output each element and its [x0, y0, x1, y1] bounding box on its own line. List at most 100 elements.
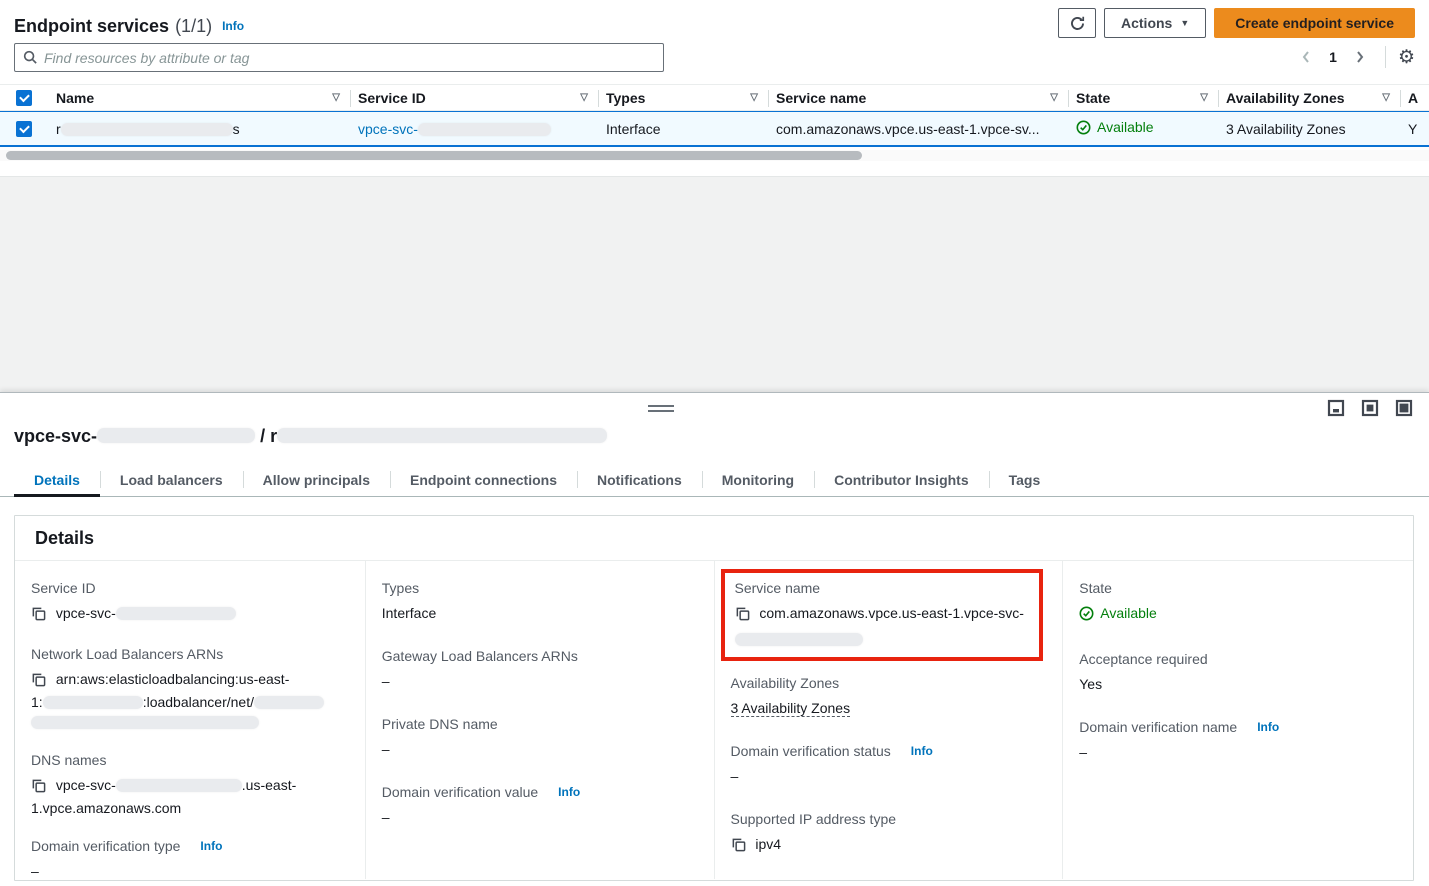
field-types: Types Interface [382, 579, 698, 623]
cell-name: rs [48, 121, 350, 137]
panel-tabs: Details Load balancers Allow principals … [0, 463, 1429, 497]
gear-icon: ⚙ [1398, 47, 1415, 68]
copy-icon[interactable] [735, 608, 754, 624]
column-header-state[interactable]: State▽ [1068, 85, 1218, 110]
pagination-next-button[interactable] [1347, 44, 1373, 70]
redacted-text [418, 123, 551, 136]
tab-load-balancers[interactable]: Load balancers [100, 463, 243, 496]
content-background [0, 176, 1429, 392]
column-header-partial[interactable]: A [1400, 85, 1429, 110]
panel-title: vpce-svc- / r [14, 426, 607, 447]
sort-icon[interactable]: ▽ [332, 92, 340, 103]
split-panel-drag-handle[interactable] [648, 402, 674, 414]
field-domain-verification-value: Domain verification value Info – [382, 783, 698, 827]
chevron-right-icon [1354, 50, 1366, 64]
horizontal-scrollbar[interactable] [0, 150, 1429, 161]
sort-icon[interactable]: ▽ [750, 92, 758, 103]
tab-tags[interactable]: Tags [989, 463, 1061, 496]
availability-zones-link[interactable]: 3 Availability Zones [731, 700, 851, 717]
info-link[interactable]: Info [1257, 718, 1279, 736]
details-column-3: Service name com.amazonaws.vpce.us-east-… [715, 561, 1064, 879]
copy-icon[interactable] [731, 839, 750, 855]
cell-service-id: vpce-svc- [350, 121, 598, 137]
filter-search-box[interactable] [14, 43, 664, 72]
row-checkbox[interactable] [16, 121, 32, 137]
sort-icon[interactable]: ▽ [1382, 92, 1390, 103]
status-available-icon [1079, 606, 1094, 621]
panel-size-large-icon [1395, 399, 1413, 417]
panel-size-large-button[interactable] [1395, 399, 1413, 417]
tab-allow-principals[interactable]: Allow principals [243, 463, 390, 496]
details-body: Service ID vpce-svc- Network Load Balanc… [15, 561, 1413, 879]
sort-icon[interactable]: ▽ [580, 92, 588, 103]
refresh-button[interactable] [1058, 8, 1096, 38]
redacted-text [254, 696, 324, 709]
actions-button-label: Actions [1121, 15, 1172, 31]
search-input[interactable] [44, 50, 655, 66]
header-info-link[interactable]: Info [222, 19, 244, 33]
copy-icon[interactable] [31, 780, 50, 796]
column-header-service-id[interactable]: Service ID▽ [350, 85, 598, 110]
redacted-text [31, 716, 259, 729]
create-endpoint-service-button[interactable]: Create endpoint service [1214, 8, 1415, 38]
select-all-cell [0, 90, 48, 106]
panel-size-small-icon [1327, 399, 1345, 417]
select-all-checkbox[interactable] [16, 90, 32, 106]
field-gateway-load-balancers-arns: Gateway Load Balancers ARNs – [382, 647, 698, 691]
info-link[interactable]: Info [200, 837, 222, 855]
column-header-service-name[interactable]: Service name▽ [768, 85, 1068, 110]
cell-state: Available [1068, 119, 1218, 138]
pagination-prev-button[interactable] [1293, 44, 1319, 70]
field-service-id: Service ID vpce-svc- [31, 579, 349, 626]
sort-icon[interactable]: ▽ [1200, 92, 1208, 103]
field-state: State Available [1079, 579, 1397, 626]
table-header: Name▽ Service ID▽ Types▽ Service name▽ S… [0, 84, 1429, 111]
field-supported-ip-address-type: Supported IP address type ipv4 [731, 810, 1047, 857]
pagination: 1 ⚙ [1293, 44, 1415, 70]
table-row[interactable]: rs vpce-svc- Interface com.amazonaws.vpc… [0, 111, 1429, 147]
field-domain-verification-status: Domain verification status Info – [731, 742, 1047, 786]
table-settings-button[interactable]: ⚙ [1398, 48, 1415, 67]
redacted-text [97, 428, 255, 443]
actions-button[interactable]: Actions ▼ [1104, 8, 1206, 38]
redacted-text [735, 633, 863, 646]
scrollbar-thumb[interactable] [6, 151, 862, 160]
details-column-4: State Available Acceptance required [1063, 561, 1413, 879]
tab-monitoring[interactable]: Monitoring [702, 463, 814, 496]
info-link[interactable]: Info [911, 742, 933, 760]
details-card: Details Service ID vpce-svc- Network Loa… [14, 515, 1414, 881]
panel-size-medium-button[interactable] [1361, 399, 1379, 417]
column-header-name[interactable]: Name▽ [48, 85, 350, 110]
copy-icon[interactable] [31, 608, 50, 624]
column-header-types[interactable]: Types▽ [598, 85, 768, 110]
field-private-dns-name: Private DNS name – [382, 715, 698, 759]
details-column-1: Service ID vpce-svc- Network Load Balanc… [15, 561, 366, 879]
redacted-text [61, 123, 233, 136]
availability-zones-link[interactable]: 3 Availability Zones [1226, 121, 1346, 137]
field-domain-verification-type: Domain verification type Info – [31, 837, 349, 881]
chevron-left-icon [1300, 50, 1312, 64]
field-availability-zones: Availability Zones 3 Availability Zones [731, 674, 1047, 718]
tab-details[interactable]: Details [14, 463, 100, 496]
service-id-link[interactable]: vpce-svc- [358, 121, 551, 137]
copy-icon[interactable] [31, 674, 50, 690]
details-column-2: Types Interface Gateway Load Balancers A… [366, 561, 715, 879]
info-link[interactable]: Info [558, 783, 580, 801]
panel-size-small-button[interactable] [1327, 399, 1345, 417]
field-service-name-highlighted: Service name com.amazonaws.vpce.us-east-… [721, 569, 1043, 661]
header-actions: Actions ▼ Create endpoint service [1058, 8, 1415, 38]
column-header-availability-zones[interactable]: Availability Zones▽ [1218, 85, 1400, 110]
cell-availability-zones: 3 Availability Zones [1218, 121, 1400, 137]
sort-icon[interactable]: ▽ [1050, 92, 1058, 103]
panel-size-controls [1327, 399, 1413, 417]
field-dns-names: DNS names vpce-svc-.us-east- 1.vpce.amaz… [31, 751, 349, 818]
redacted-text [43, 696, 143, 709]
endpoint-services-page: Endpoint services (1/1) Info Actions ▼ C… [0, 0, 1429, 886]
panel-size-medium-icon [1361, 399, 1379, 417]
tab-notifications[interactable]: Notifications [577, 463, 702, 496]
chevron-down-icon: ▼ [1180, 18, 1189, 28]
tab-contributor-insights[interactable]: Contributor Insights [814, 463, 989, 496]
tab-endpoint-connections[interactable]: Endpoint connections [390, 463, 577, 496]
status-available-icon [1076, 120, 1091, 135]
redacted-text [116, 779, 242, 792]
